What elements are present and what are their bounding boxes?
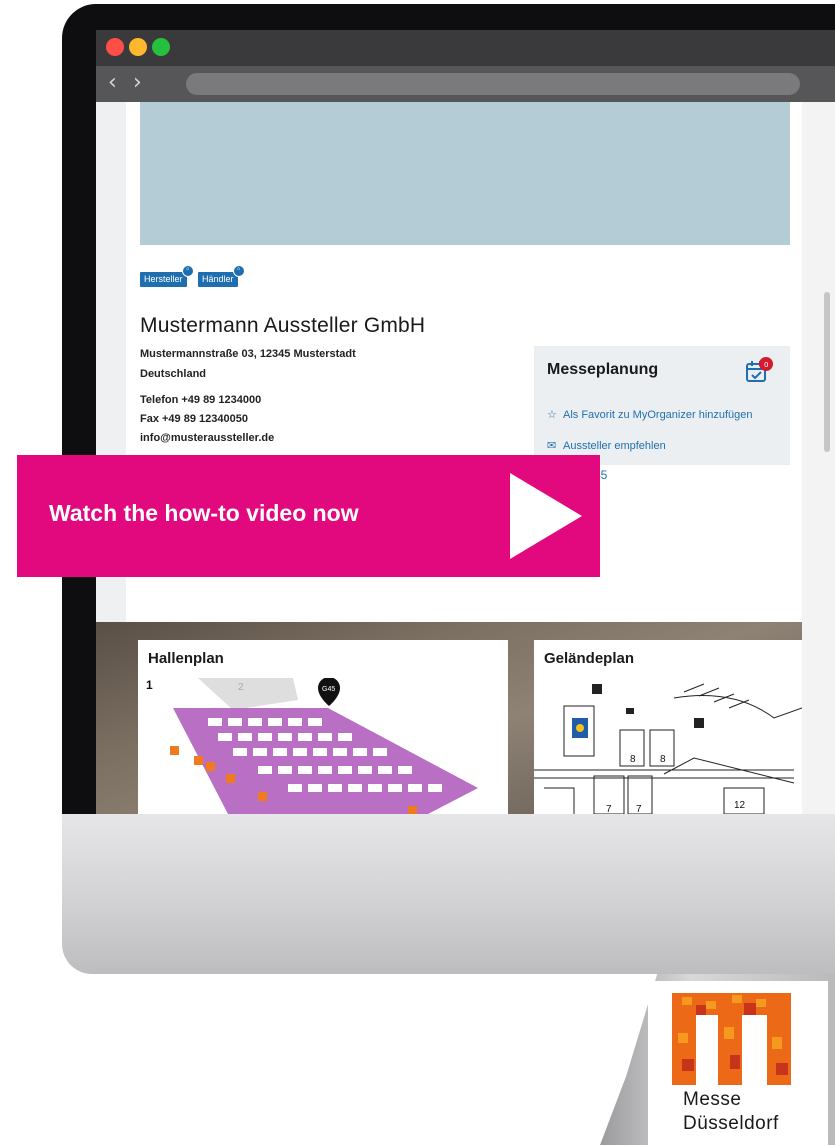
trade-fair-planning-box: Messeplanung 0 ☆ Als Favorit zu MyOrganiz…	[534, 346, 790, 465]
site-hall-label: 7	[636, 804, 642, 814]
contact-fax: Fax +49 89 12340050	[140, 413, 248, 425]
minimize-window-button[interactable]	[129, 38, 147, 56]
tag-badge: ⁰	[232, 265, 245, 277]
address-country: Deutschland	[140, 368, 207, 380]
envelope-icon: ✉	[547, 439, 557, 452]
tag-label: Hersteller	[144, 274, 183, 284]
star-icon: ☆	[547, 408, 557, 421]
tag-label: Händler	[202, 274, 234, 284]
address-street: Mustermannstraße 03, 12345 Musterstadt	[140, 348, 356, 360]
hall-plan-map[interactable]: 2 G45	[138, 678, 508, 814]
scrollbar-thumb[interactable]	[824, 292, 830, 452]
site-plan-card[interactable]: Geländeplan 8 8 7 7 12	[534, 640, 802, 814]
site-plan-title: Geländeplan	[544, 650, 635, 667]
booth-marker-label: G45	[322, 686, 335, 693]
contact-email[interactable]: info@musteraussteller.de	[140, 432, 274, 444]
calendar-check-icon[interactable]: 0	[744, 356, 774, 386]
site-hall-label: 12	[734, 800, 746, 811]
planning-badge-count: 0	[764, 361, 768, 369]
logo-text-line1: Messe	[683, 1089, 742, 1110]
monitor-chin	[62, 814, 835, 974]
exhibitor-banner-image	[140, 102, 790, 245]
logo-text-line2: Düsseldorf	[683, 1113, 779, 1134]
site-hall-label: 8	[660, 754, 666, 765]
close-window-button[interactable]	[106, 38, 124, 56]
site-hall-label: 7	[606, 804, 612, 814]
neighbor-hall-number: 2	[238, 682, 244, 693]
tag-haendler[interactable]: Händler ⁰	[198, 265, 245, 287]
recommend-exhibitor-label: Aussteller empfehlen	[563, 440, 666, 452]
messe-duesseldorf-logo: Messe Düsseldorf	[648, 981, 828, 1145]
tag-badge: ⁰	[181, 265, 194, 277]
recommend-exhibitor-link[interactable]: ✉ Aussteller empfehlen	[547, 439, 666, 452]
add-favorite-label: Als Favorit zu MyOrganizer hinzufügen	[563, 409, 753, 421]
hall-plan-title: Hallenplan	[148, 650, 224, 667]
contact-phone: Telefon +49 89 1234000	[140, 394, 262, 406]
add-favorite-link[interactable]: ☆ Als Favorit zu MyOrganizer hinzufügen	[547, 408, 753, 421]
browser-titlebar	[96, 30, 835, 66]
address-bar[interactable]	[186, 73, 800, 95]
forward-arrow-icon[interactable]: ›	[133, 68, 142, 98]
back-arrow-icon[interactable]: ‹	[108, 68, 117, 98]
how-to-video-label: Watch the how-to video now	[49, 500, 359, 526]
messe-logo-mark	[672, 993, 791, 1085]
maximize-window-button[interactable]	[152, 38, 170, 56]
scrollbar-track[interactable]	[802, 102, 835, 814]
company-name: Mustermann Aussteller GmbH	[140, 314, 426, 337]
tag-hersteller[interactable]: Hersteller ⁰	[140, 265, 194, 287]
play-icon[interactable]	[510, 473, 582, 559]
how-to-video-banner[interactable]: Watch the how-to video now	[17, 455, 600, 577]
site-plan-map[interactable]: 8 8 7 7 12	[534, 678, 802, 814]
hall-plan-card[interactable]: Hallenplan 1 2 G45	[138, 640, 508, 814]
planning-title: Messeplanung	[547, 361, 659, 378]
site-hall-label: 8	[630, 754, 636, 765]
